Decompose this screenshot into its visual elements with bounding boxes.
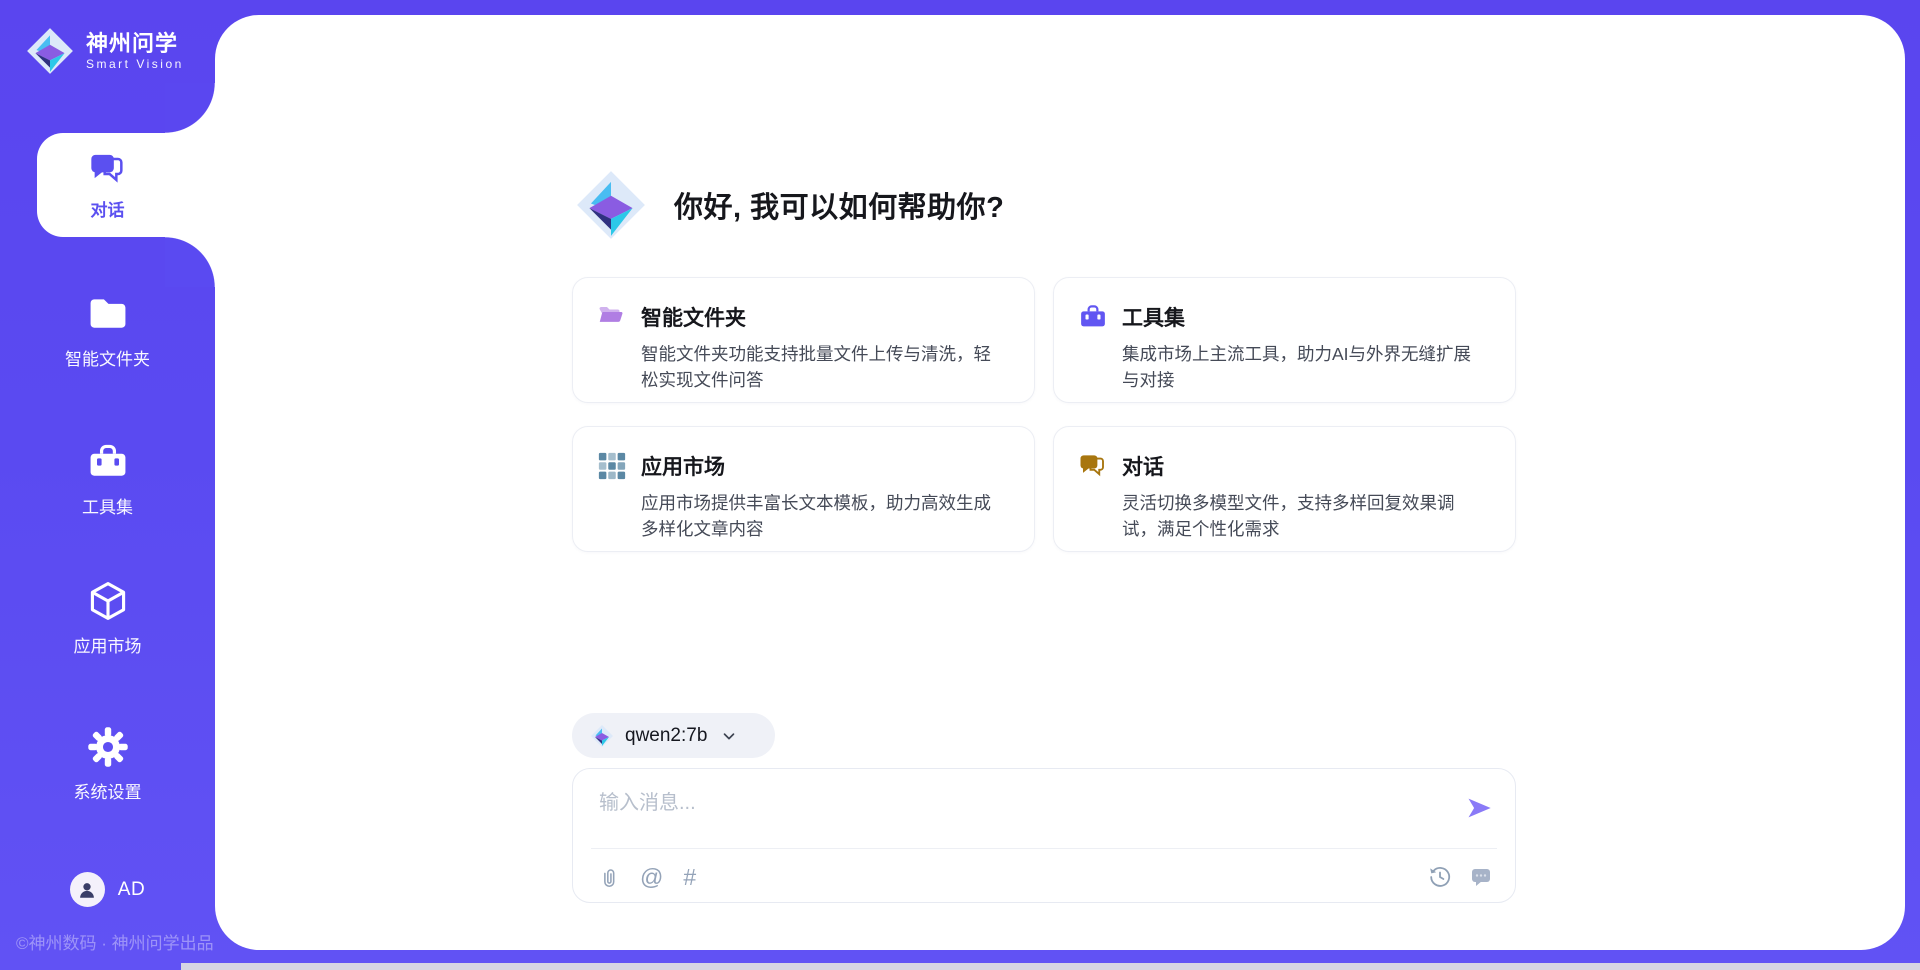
sidebar-item-label: 对话 — [91, 196, 125, 221]
app-grid-icon — [597, 451, 627, 481]
quick-phrase-icon[interactable] — [1469, 865, 1493, 889]
model-name: qwen2:7b — [625, 725, 707, 747]
brand-name: 神州问学 — [86, 31, 184, 57]
feature-card-chat[interactable]: 对话 灵活切换多模型文件，支持多样回复效果调试，满足个性化需求 — [1053, 426, 1516, 552]
message-composer: @ # — [572, 768, 1516, 903]
card-description: 集成市场上主流工具，助力AI与外界无缝扩展与对接 — [1122, 341, 1487, 393]
feature-card-app-market[interactable]: 应用市场 应用市场提供丰富长文本模板，助力高效生成多样化文章内容 — [572, 426, 1035, 552]
chat-bubbles-icon — [88, 149, 128, 189]
brand: 神州问学 Smart Vision — [25, 26, 184, 76]
card-title: 工具集 — [1122, 302, 1185, 332]
folder-icon — [86, 292, 130, 336]
send-icon[interactable] — [1465, 794, 1493, 822]
attachment-icon[interactable] — [598, 867, 620, 889]
sidebar-item-chat[interactable]: 对话 — [0, 133, 215, 237]
card-title: 应用市场 — [641, 451, 725, 481]
hash-icon[interactable]: # — [683, 866, 696, 889]
card-description: 灵活切换多模型文件，支持多样回复效果调试，满足个性化需求 — [1122, 490, 1487, 542]
greeting-diamond-icon — [574, 166, 648, 244]
sidebar-item-settings[interactable]: 系统设置 — [0, 725, 215, 803]
message-input[interactable] — [599, 782, 1435, 824]
gear-icon — [86, 725, 130, 769]
sidebar-item-app-market[interactable]: 应用市场 — [0, 579, 215, 657]
chevron-down-icon — [720, 727, 738, 745]
composer-divider — [591, 848, 1497, 849]
mention-icon[interactable]: @ — [640, 866, 663, 889]
copyright-footer: ©神州数码 · 神州问学出品 — [16, 929, 214, 954]
app-window: 神州问学 Smart Vision 对话 智能文件夹 工具集 — [0, 0, 1920, 970]
chat-bubbles-icon — [1078, 451, 1108, 481]
card-title: 对话 — [1122, 451, 1164, 481]
user-account[interactable]: AD — [0, 872, 215, 907]
cube-icon — [86, 579, 130, 623]
brand-subtitle: Smart Vision — [86, 57, 184, 71]
sidebar-item-label: 工具集 — [82, 493, 133, 518]
greeting-text: 你好, 我可以如何帮助你? — [674, 184, 1004, 226]
bottom-edge-strip — [181, 963, 1920, 970]
greeting: 你好, 我可以如何帮助你? — [574, 166, 1004, 244]
tab-curve-bottom — [165, 237, 215, 287]
user-name: AD — [118, 879, 145, 901]
sidebar-item-toolset[interactable]: 工具集 — [0, 440, 215, 518]
avatar — [70, 872, 105, 907]
sidebar-item-label: 系统设置 — [74, 778, 142, 803]
sidebar-item-smart-folder[interactable]: 智能文件夹 — [0, 292, 215, 370]
person-icon — [76, 879, 98, 901]
card-title: 智能文件夹 — [641, 302, 746, 332]
card-description: 应用市场提供丰富长文本模板，助力高效生成多样化文章内容 — [641, 490, 1006, 542]
toolbox-icon — [86, 440, 130, 484]
sidebar-item-label: 应用市场 — [74, 632, 142, 657]
toolbox-icon — [1078, 302, 1108, 332]
history-icon[interactable] — [1428, 865, 1452, 889]
card-description: 智能文件夹功能支持批量文件上传与清洗，轻松实现文件问答 — [641, 341, 1006, 393]
folder-open-icon — [597, 302, 627, 332]
brand-diamond-icon — [25, 26, 75, 76]
model-selector[interactable]: qwen2:7b — [572, 713, 775, 758]
brand-diamond-icon — [590, 724, 614, 748]
tab-curve-top — [165, 83, 215, 133]
feature-card-toolset[interactable]: 工具集 集成市场上主流工具，助力AI与外界无缝扩展与对接 — [1053, 277, 1516, 403]
feature-card-smart-folder[interactable]: 智能文件夹 智能文件夹功能支持批量文件上传与清洗，轻松实现文件问答 — [572, 277, 1035, 403]
sidebar-item-label: 智能文件夹 — [65, 345, 150, 370]
